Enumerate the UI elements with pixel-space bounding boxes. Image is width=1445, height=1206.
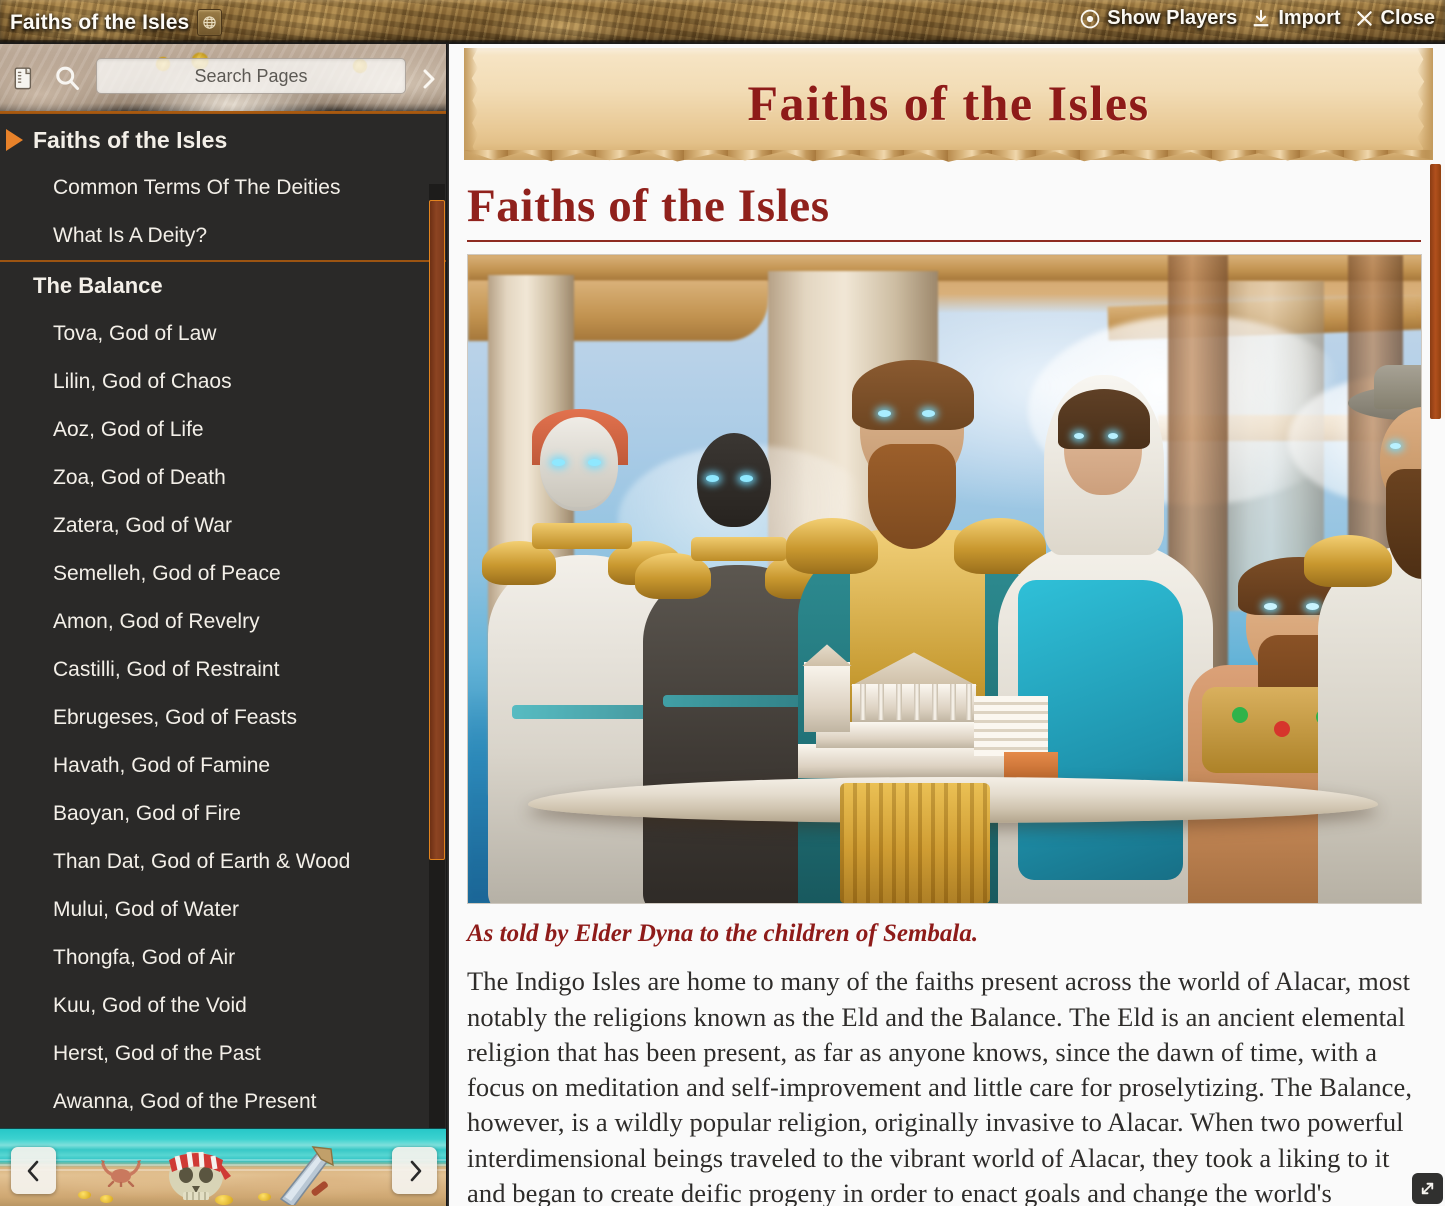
sidebar-item-amon-god-of-revelry[interactable]: Amon, God of Revelry — [0, 598, 448, 646]
sidebar-item-tova-god-of-law[interactable]: Tova, God of Law — [0, 310, 448, 358]
sidebar-item-aoz-god-of-life[interactable]: Aoz, God of Life — [0, 406, 448, 454]
chevron-right-icon[interactable] — [418, 66, 440, 97]
coin-icon — [100, 1195, 113, 1203]
page-stack-icon[interactable] — [12, 66, 38, 99]
window-title-text: Faiths of the Isles — [10, 11, 189, 35]
sidebar-item-label: Aoz, God of Life — [53, 418, 204, 442]
sidebar-item-label: Kuu, God of the Void — [53, 994, 247, 1018]
download-icon — [1250, 8, 1272, 30]
sidebar-item-label: Awanna, God of the Present — [53, 1090, 316, 1114]
sidebar-item-kuu-god-of-the-void[interactable]: Kuu, God of the Void — [0, 982, 448, 1030]
sidebar-item-label: Zoa, God of Death — [53, 466, 226, 490]
banner-title: Faiths of the Isles — [464, 74, 1433, 132]
sidebar-item-label: Lilin, God of Chaos — [53, 370, 232, 394]
skull-icon — [155, 1146, 237, 1202]
show-players-label: Show Players — [1107, 7, 1237, 30]
body-paragraph: The Indigo Isles are home to many of the… — [467, 964, 1421, 1206]
coin-icon — [258, 1193, 271, 1201]
page-title: Faiths of the Isles — [467, 182, 1421, 231]
sidebar-panel: Faiths of the Isles Common Terms Of The D… — [0, 44, 448, 1206]
deities-illustration — [467, 254, 1422, 904]
sidebar-item-label: What Is A Deity? — [53, 224, 207, 248]
sidebar-item-label: The Balance — [33, 273, 163, 299]
table-pedestal — [840, 783, 990, 903]
sidebar-item-label: Amon, God of Revelry — [53, 610, 260, 634]
sidebar-item-label: Havath, God of Famine — [53, 754, 270, 778]
temple-model — [798, 623, 1058, 778]
sidebar-item-label: Castilli, God of Restraint — [53, 658, 279, 682]
search-icon[interactable] — [53, 64, 81, 97]
crab-icon — [100, 1157, 142, 1187]
sidebar-item-label: Than Dat, God of Earth & Wood — [53, 850, 350, 874]
sidebar-item-common-terms-of-the-deities[interactable]: Common Terms Of The Deities — [0, 164, 448, 212]
close-label: Close — [1381, 7, 1435, 30]
sidebar-item-faiths-of-the-isles[interactable]: Faiths of the Isles — [0, 116, 448, 164]
search-bar — [0, 44, 448, 113]
application-window: Faiths of the Isles Show Players — [0, 0, 1445, 1206]
sidebar-item-label: Mului, God of Water — [53, 898, 239, 922]
sword-icon — [275, 1145, 345, 1205]
import-button[interactable]: Import — [1250, 7, 1340, 30]
sidebar-item-label: Herst, God of the Past — [53, 1042, 261, 1066]
sidebar-item-mului-god-of-water[interactable]: Mului, God of Water — [0, 886, 448, 934]
page-body: Faiths of the Isles — [448, 160, 1445, 1206]
import-label: Import — [1278, 7, 1340, 30]
window-actions: Show Players Import Close — [1079, 7, 1435, 30]
close-button[interactable]: Close — [1354, 7, 1435, 30]
sidebar-item-baoyan-god-of-fire[interactable]: Baoyan, God of Fire — [0, 790, 448, 838]
sidebar-item-label: Common Terms Of The Deities — [53, 176, 340, 200]
page-navigation-list[interactable]: Faiths of the Isles Common Terms Of The D… — [0, 113, 448, 1128]
scroll-banner: Faiths of the Isles — [464, 48, 1433, 160]
coin-icon — [215, 1195, 233, 1205]
sidebar-item-ebrugeses-god-of-feasts[interactable]: Ebrugeses, God of Feasts — [0, 694, 448, 742]
resize-corner-icon[interactable] — [1412, 1173, 1443, 1204]
sidebar-item-label: Ebrugeses, God of Feasts — [53, 706, 297, 730]
expand-caret-icon[interactable] — [6, 129, 23, 151]
next-page-button[interactable] — [392, 1147, 437, 1194]
globe-icon — [197, 9, 222, 36]
sidebar-scrollbar-thumb[interactable] — [429, 200, 445, 860]
sidebar-item-label: Tova, God of Law — [53, 322, 216, 346]
title-divider — [467, 240, 1421, 242]
eye-icon — [1079, 8, 1101, 30]
sidebar-item-label: Semelleh, God of Peace — [53, 562, 281, 586]
sidebar-item-label: Thongfa, God of Air — [53, 946, 235, 970]
sidebar-item-semelleh-god-of-peace[interactable]: Semelleh, God of Peace — [0, 550, 448, 598]
previous-page-button[interactable] — [11, 1147, 56, 1194]
sidebar-item-zatera-god-of-war[interactable]: Zatera, God of War — [0, 502, 448, 550]
sidebar-item-label: Zatera, God of War — [53, 514, 232, 538]
window-title: Faiths of the Isles — [10, 9, 222, 36]
illustration-caption: As told by Elder Dyna to the children of… — [467, 920, 1421, 948]
sidebar-item-havath-god-of-famine[interactable]: Havath, God of Famine — [0, 742, 448, 790]
panel-divider — [446, 44, 449, 1206]
sidebar-item-castilli-god-of-restraint[interactable]: Castilli, God of Restraint — [0, 646, 448, 694]
sidebar-item-herst-god-of-the-past[interactable]: Herst, God of the Past — [0, 1030, 448, 1078]
sidebar-item-lilin-god-of-chaos[interactable]: Lilin, God of Chaos — [0, 358, 448, 406]
sidebar-item-than-dat-god-of-earth-wood[interactable]: Than Dat, God of Earth & Wood — [0, 838, 448, 886]
sidebar-item-zoa-god-of-death[interactable]: Zoa, God of Death — [0, 454, 448, 502]
sidebar-item-what-is-a-deity[interactable]: What Is A Deity? — [0, 212, 448, 260]
sidebar-item-label: Baoyan, God of Fire — [53, 802, 241, 826]
sidebar-item-thongfa-god-of-air[interactable]: Thongfa, God of Air — [0, 934, 448, 982]
content-panel: Faiths of the Isles Faiths of the Isles — [448, 44, 1445, 1206]
sidebar-item-the-balance[interactable]: The Balance — [0, 260, 448, 310]
sidebar-item-awanna-god-of-the-present[interactable]: Awanna, God of the Present — [0, 1078, 448, 1126]
close-x-icon — [1354, 8, 1375, 29]
sidebar-item-label: Faiths of the Isles — [33, 127, 227, 154]
content-scrollbar-thumb[interactable] — [1430, 164, 1441, 419]
show-players-button[interactable]: Show Players — [1079, 7, 1237, 30]
coin-icon — [78, 1191, 91, 1199]
search-input[interactable] — [96, 58, 406, 94]
sidebar-footer-bar — [0, 1128, 448, 1206]
